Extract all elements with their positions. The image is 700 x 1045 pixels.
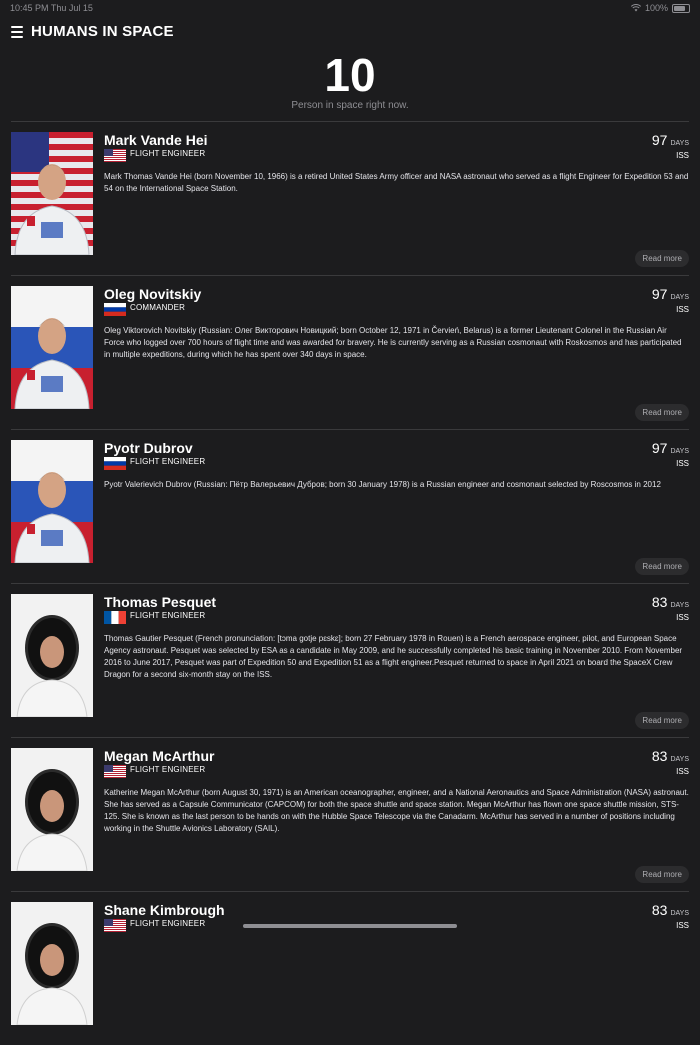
days-in-space: 83 DAYS [652,902,689,920]
days-count: 97 [651,132,668,148]
astronaut-name: Thomas Pesquet [104,594,217,610]
read-more-button[interactable]: Read more [635,250,689,267]
wifi-icon [630,4,641,12]
days-count: 83 [651,748,668,764]
station-label: ISS [676,767,689,776]
days-count: 97 [651,440,668,456]
read-more-button[interactable]: Read more [635,558,689,575]
station-label: ISS [676,151,689,160]
days-in-space: 83 DAYS [652,748,689,766]
astronaut-bio: Thomas Gautier Pesquet (French pronuncia… [104,634,683,679]
astronaut-name: Shane Kimbrough [104,902,225,918]
russia-flag-icon [104,303,126,316]
page-title: HUMANS IN SPACE [31,23,174,40]
days-count: 83 [651,902,668,918]
astronaut-bio: Mark Thomas Vande Hei (born November 10,… [104,172,689,193]
astronaut-role: FLIGHT ENGINEER [130,149,206,158]
astronaut-card[interactable]: Pyotr Dubrov FLIGHT ENGINEER 97 DAYS ISS Pyot… [11,429,689,583]
station-label: ISS [676,305,689,314]
astronaut-photo [11,594,93,717]
days-in-space: 97 DAYS [652,132,689,150]
astronaut-card[interactable]: Shane Kimbrough FLIGHT ENGINEER 83 DAYS ISS [11,891,689,1045]
astronaut-name: Pyotr Dubrov [104,440,193,456]
astronaut-photo [11,440,93,563]
status-indicators: 100% [630,3,690,13]
days-unit: DAYS [670,756,689,763]
days-in-space: 97 DAYS [652,440,689,458]
astronaut-role: FLIGHT ENGINEER [130,919,206,928]
app-header: HUMANS IN SPACE [0,18,700,46]
station-label: ISS [676,459,689,468]
people-list: Mark Vande Hei FLIGHT ENGINEER 97 DAYS ISS Ma… [11,121,689,1045]
astronaut-photo [11,748,93,871]
days-unit: DAYS [670,140,689,147]
astronaut-card[interactable]: Mark Vande Hei FLIGHT ENGINEER 97 DAYS ISS Ma… [11,121,689,275]
status-time: 10:45 PM Thu Jul 15 [10,3,93,13]
days-unit: DAYS [670,294,689,301]
read-more-button[interactable]: Read more [635,866,689,883]
astronaut-photo [11,902,93,1025]
us-flag-icon [104,919,126,932]
us-flag-icon [104,149,126,162]
astronaut-photo [11,132,93,255]
read-more-button[interactable]: Read more [635,712,689,729]
astronaut-bio: Oleg Viktorovich Novitskiy (Russian: Оле… [104,326,682,359]
station-label: ISS [676,613,689,622]
astronaut-card[interactable]: Thomas Pesquet FLIGHT ENGINEER 83 DAYS ISS Th… [11,583,689,737]
home-indicator[interactable] [243,924,457,928]
hamburger-menu-icon[interactable] [11,26,23,38]
astronaut-role: FLIGHT ENGINEER [130,457,206,466]
astronaut-name: Megan McArthur [104,748,215,764]
people-count-subtitle: Person in space right now. [291,100,409,111]
astronaut-bio: Pyotr Valerievich Dubrov (Russian: Пётр … [104,480,661,489]
astronaut-photo [11,286,93,409]
days-unit: DAYS [670,910,689,917]
astronaut-name: Oleg Novitskiy [104,286,202,302]
days-count: 83 [651,594,668,610]
battery-icon [672,3,690,13]
astronaut-name: Mark Vande Hei [104,132,208,148]
status-bar: 10:45 PM Thu Jul 15 100% [0,0,700,16]
days-count: 97 [651,286,668,302]
days-unit: DAYS [670,602,689,609]
us-flag-icon [104,765,126,778]
days-in-space: 97 DAYS [652,286,689,304]
france-flag-icon [104,611,126,624]
read-more-button[interactable]: Read more [635,404,689,421]
battery-percent: 100% [644,3,668,13]
russia-flag-icon [104,457,126,470]
astronaut-card[interactable]: Megan McArthur FLIGHT ENGINEER 83 DAYS ISS Ka… [11,737,689,891]
astronaut-role: COMMANDER [130,303,186,312]
days-in-space: 83 DAYS [652,594,689,612]
astronaut-bio: Katherine Megan McArthur (born August 30… [104,788,689,833]
astronaut-role: FLIGHT ENGINEER [130,611,206,620]
station-label: ISS [676,921,689,930]
astronaut-card[interactable]: Oleg Novitskiy COMMANDER 97 DAYS ISS Oleg Vik… [11,275,689,429]
astronaut-role: FLIGHT ENGINEER [130,765,206,774]
people-count: 10 [324,49,376,101]
days-unit: DAYS [670,448,689,455]
